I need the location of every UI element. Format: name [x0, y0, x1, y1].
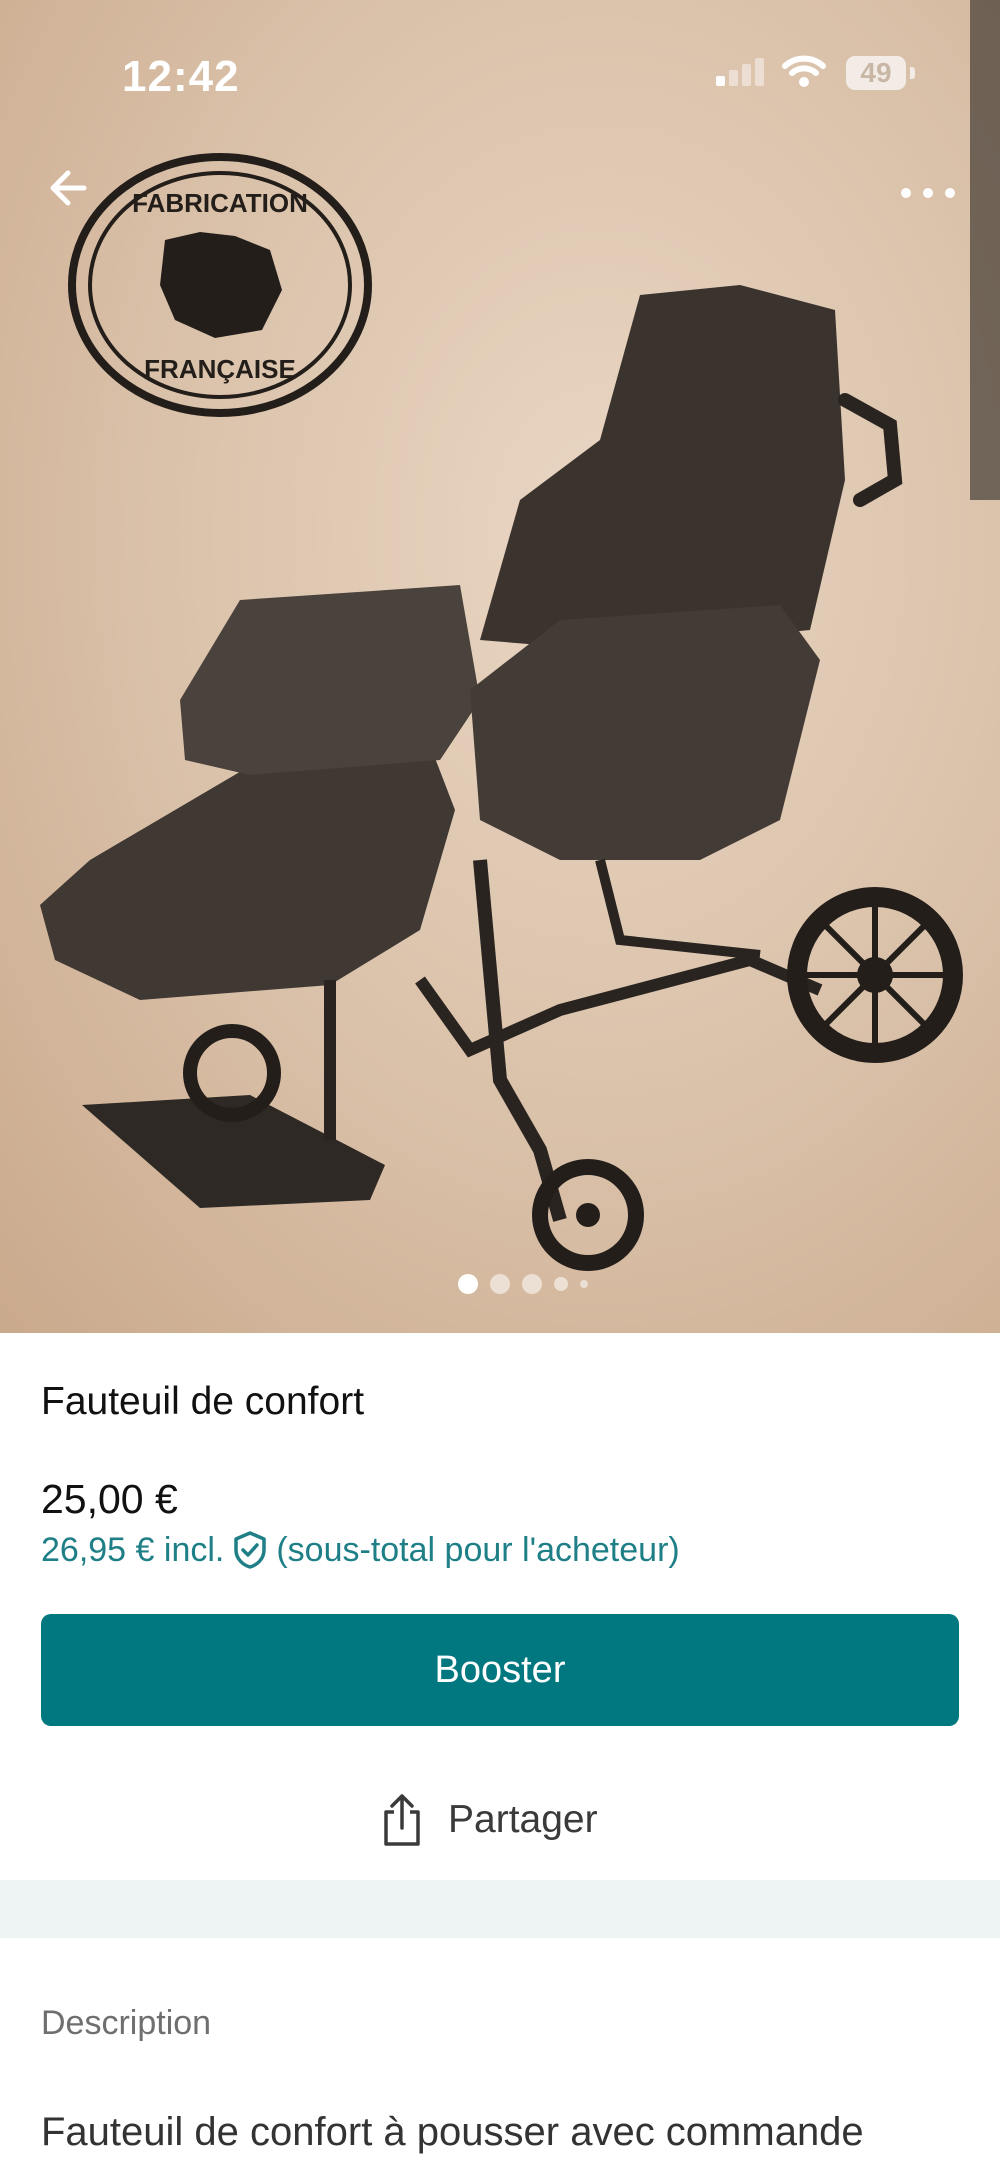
status-bar: 12:42 49 [0, 40, 1000, 110]
buyer-note: (sous-total pour l'acheteur) [276, 1530, 680, 1569]
image-pager[interactable] [458, 1274, 588, 1294]
product-price: 25,00 € [41, 1476, 178, 1522]
french-made-stamp: FABRICATION FRANÇAISE [68, 153, 372, 417]
description-text: Fauteuil de confort à pousser avec comma… [41, 2110, 864, 2154]
section-divider [0, 1880, 1000, 1938]
buyer-price-info[interactable]: 26,95 € incl. (sous-total pour l'acheteu… [41, 1530, 680, 1570]
wifi-icon [782, 55, 826, 87]
stamp-top-text: FABRICATION [132, 188, 308, 218]
stamp-bottom-text: FRANÇAISE [144, 354, 296, 384]
battery-indicator: 49 [846, 56, 906, 90]
clock: 12:42 [122, 52, 240, 101]
back-arrow-icon[interactable] [44, 160, 104, 220]
share-button[interactable]: Partager [380, 1792, 598, 1848]
description-label: Description [41, 2004, 212, 2042]
booster-button[interactable]: Booster [41, 1614, 959, 1726]
wheelchair-illustration: FABRICATION FRANÇAISE [40, 0, 1000, 1271]
pager-dot[interactable] [490, 1274, 510, 1294]
shield-check-icon [234, 1531, 267, 1569]
cellular-signal-icon [716, 58, 764, 86]
share-icon [384, 1794, 420, 1846]
product-title: Fauteuil de confort [41, 1380, 365, 1423]
price-incl: 26,95 € incl. [41, 1530, 225, 1569]
battery-tip [910, 67, 915, 79]
product-photo[interactable]: FABRICATION FRANÇAISE 12:42 49 [0, 0, 1000, 1333]
pager-dot[interactable] [458, 1274, 478, 1294]
share-label: Partager [448, 1798, 598, 1841]
pager-dot[interactable] [522, 1274, 542, 1294]
pager-dot[interactable] [580, 1280, 588, 1288]
more-options-icon[interactable] [898, 178, 958, 208]
pager-dot[interactable] [554, 1277, 568, 1291]
